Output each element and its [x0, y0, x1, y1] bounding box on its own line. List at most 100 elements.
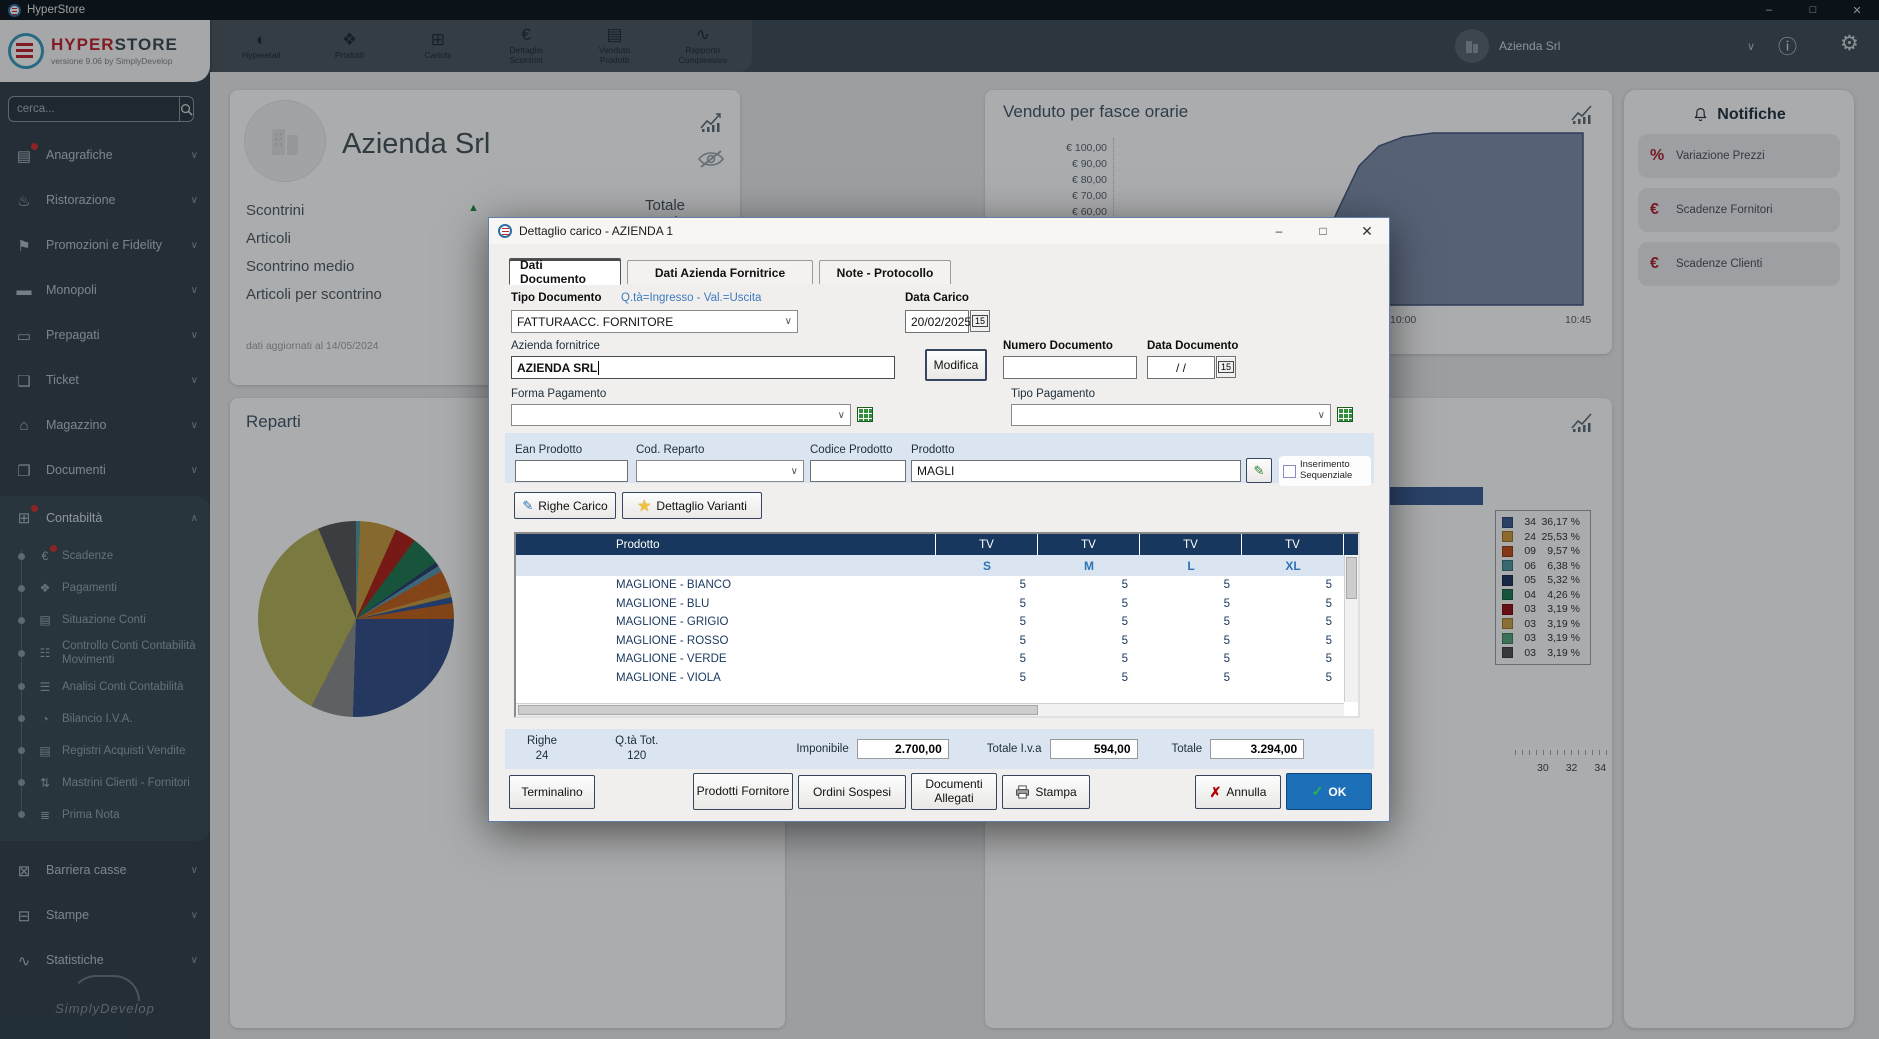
size-m: M — [1038, 555, 1140, 576]
table-row[interactable]: MAGLIONE - BIANCO 5 5 5 5 — [516, 576, 1358, 595]
text-caret — [598, 361, 599, 375]
ean-prodotto-label: Ean Prodotto — [515, 444, 582, 456]
row-selector[interactable] — [516, 576, 612, 595]
forma-pagamento-lookup-icon[interactable] — [857, 407, 873, 422]
table-body: MAGLIONE - BIANCO 5 5 5 5 MAGLIONE - BLU… — [516, 576, 1358, 687]
cell-qty-s: 5 — [936, 595, 1038, 614]
cell-qty-l: 5 — [1140, 632, 1242, 651]
documenti-allegati-button[interactable]: Documenti Allegati — [911, 773, 997, 810]
dialog-close-button[interactable]: ✕ — [1345, 218, 1389, 244]
chevron-down-icon: ∨ — [838, 410, 845, 421]
cancel-x-icon: ✗ — [1210, 784, 1222, 801]
header-selector-col — [516, 534, 612, 555]
app-window: HyperStore – □ ✕ ◐ Hyperetail ❖ Prodotti… — [0, 0, 1879, 1039]
cod-reparto-select[interactable]: ∨ — [636, 460, 804, 482]
imponibile-label: Imponibile — [796, 743, 848, 755]
codice-prodotto-input[interactable] — [810, 460, 906, 482]
cell-qty-m: 5 — [1038, 650, 1140, 669]
cell-qty-s: 5 — [936, 576, 1038, 595]
dialog-title: Dettaglio carico - AZIENDA 1 — [519, 224, 673, 238]
cell-product: MAGLIONE - BLU — [612, 595, 936, 614]
cell-qty-xl: 5 — [1242, 576, 1344, 595]
iva-label: Totale I.v.a — [987, 743, 1042, 755]
cell-qty-m: 5 — [1038, 669, 1140, 688]
forma-pagamento-select[interactable]: ∨ — [511, 404, 851, 426]
inserimento-sequenziale-label: Inserimento Sequenziale — [1300, 460, 1367, 482]
annulla-button[interactable]: ✗Annulla — [1195, 775, 1281, 809]
vertical-scrollbar[interactable] — [1344, 555, 1358, 702]
cell-qty-l: 5 — [1140, 669, 1242, 688]
inserimento-sequenziale-field[interactable]: Inserimento Sequenziale — [1279, 456, 1371, 486]
scrollbar-thumb[interactable] — [518, 705, 1038, 715]
row-selector[interactable] — [516, 613, 612, 632]
terminalino-button[interactable]: Terminalino — [509, 775, 595, 809]
stampa-button[interactable]: Stampa — [1002, 775, 1090, 809]
righe-total: Righe24 — [527, 734, 557, 764]
tab-note-protocollo[interactable]: Note - Protocollo — [819, 260, 951, 284]
data-documento-label: Data Documento — [1147, 340, 1238, 352]
dialog-maximize-button[interactable]: □ — [1301, 218, 1345, 244]
cell-qty-l: 5 — [1140, 576, 1242, 595]
calendar-icon[interactable]: 15 — [970, 310, 990, 332]
cell-qty-xl: 5 — [1242, 669, 1344, 688]
codice-prodotto-label: Codice Prodotto — [810, 444, 892, 456]
prodotti-fornitore-button[interactable]: Prodotti Fornitore — [693, 773, 793, 810]
row-selector[interactable] — [516, 632, 612, 651]
table-row[interactable]: MAGLIONE - BLU 5 5 5 5 — [516, 595, 1358, 614]
forma-pagamento-label: Forma Pagamento — [511, 388, 606, 400]
azienda-fornitrice-input[interactable]: AZIENDA SRL — [511, 356, 895, 379]
header-tv: TV — [1140, 534, 1242, 555]
calendar-icon[interactable]: 15 — [1216, 356, 1236, 378]
cell-qty-s: 5 — [936, 613, 1038, 632]
tipo-documento-label: Tipo Documento — [511, 292, 602, 304]
scrollbar-thumb[interactable] — [1346, 557, 1357, 599]
prodotto-label: Prodotto — [911, 444, 954, 456]
table-row[interactable]: MAGLIONE - ROSSO 5 5 5 5 — [516, 632, 1358, 651]
tipo-pagamento-lookup-icon[interactable] — [1337, 407, 1353, 422]
header-prodotto: Prodotto — [612, 534, 936, 555]
table-row[interactable]: MAGLIONE - VERDE 5 5 5 5 — [516, 650, 1358, 669]
tipo-pagamento-select[interactable]: ∨ — [1011, 404, 1331, 426]
totale-value: 3.294,00 — [1210, 739, 1304, 759]
dialog-minimize-button[interactable]: – — [1257, 218, 1301, 244]
tab-dati-documento[interactable]: Dati Documento — [509, 258, 621, 285]
cell-product: MAGLIONE - GRIGIO — [612, 613, 936, 632]
header-tv: TV — [1038, 534, 1140, 555]
data-carico-input[interactable]: 20/02/2025 — [905, 310, 969, 333]
table-row[interactable]: MAGLIONE - GRIGIO 5 5 5 5 — [516, 613, 1358, 632]
dialog-app-icon — [498, 224, 512, 238]
tipo-documento-select[interactable]: FATTURAACC. FORNITORE∨ — [511, 310, 798, 333]
table-row[interactable]: MAGLIONE - VIOLA 5 5 5 5 — [516, 669, 1358, 688]
row-selector[interactable] — [516, 650, 612, 669]
scan-pen-icon: ✎ — [1254, 463, 1265, 479]
tipo-documento-hint: Q.tà=Ingresso - Val.=Uscita — [621, 292, 761, 304]
dialog-titlebar[interactable]: Dettaglio carico - AZIENDA 1 – □ ✕ — [489, 218, 1389, 244]
cell-qty-xl: 5 — [1242, 595, 1344, 614]
inserimento-sequenziale-checkbox[interactable] — [1283, 465, 1296, 478]
row-selector[interactable] — [516, 595, 612, 614]
prodotto-input[interactable]: MAGLI — [911, 460, 1241, 482]
dettaglio-varianti-button[interactable]: ★Dettaglio Varianti — [622, 492, 762, 519]
cell-product: MAGLIONE - VIOLA — [612, 669, 936, 688]
barcode-scan-button[interactable]: ✎ — [1246, 458, 1272, 483]
chevron-down-icon: ∨ — [1318, 410, 1325, 421]
ean-prodotto-input[interactable] — [515, 460, 628, 482]
header-tv: TV — [936, 534, 1038, 555]
row-selector[interactable] — [516, 669, 612, 688]
tab-dati-azienda-fornitrice[interactable]: Dati Azienda Fornitrice — [627, 260, 813, 284]
cell-qty-l: 5 — [1140, 650, 1242, 669]
table-header: Prodotto TV TV TV TV — [516, 534, 1358, 555]
check-icon: ✓ — [1312, 783, 1324, 800]
table-size-row: S M L XL — [516, 555, 1358, 576]
ok-button[interactable]: ✓OK — [1286, 773, 1372, 810]
ordini-sospesi-button[interactable]: Ordini Sospesi — [798, 775, 906, 809]
righe-carico-button[interactable]: ✎Righe Carico — [514, 492, 616, 519]
data-documento-input[interactable]: / / — [1147, 356, 1215, 379]
totale-label: Totale — [1172, 743, 1203, 755]
cell-qty-l: 5 — [1140, 613, 1242, 632]
numero-documento-input[interactable] — [1003, 356, 1137, 379]
azienda-fornitrice-label: Azienda fornitrice — [511, 340, 600, 352]
horizontal-scrollbar[interactable] — [516, 703, 1344, 716]
star-icon: ★ — [637, 496, 651, 516]
modifica-button[interactable]: Modifica — [925, 349, 987, 381]
